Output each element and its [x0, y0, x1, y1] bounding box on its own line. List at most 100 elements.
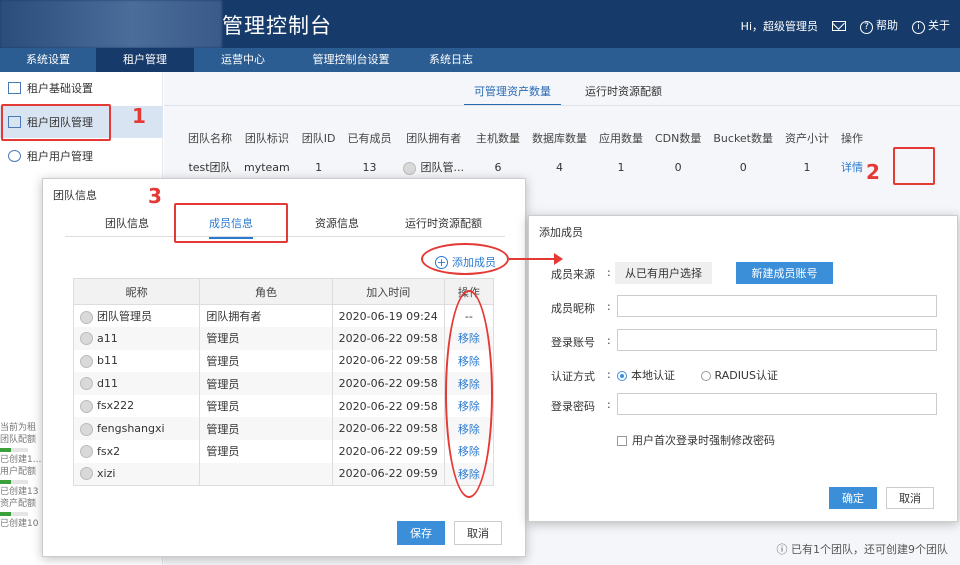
column-header: 操作 [841, 132, 863, 145]
tab-team-info[interactable]: 团队信息 [105, 215, 149, 231]
column-header: 数据库数量 [531, 132, 587, 145]
colon: : [607, 398, 611, 411]
member-name: b11 [72, 349, 201, 373]
column-header: 已有成员 [347, 132, 392, 145]
nav-console-settings[interactable]: 管理控制台设置 [292, 48, 410, 72]
create-member-account-button[interactable]: 新建成员账号 [736, 262, 833, 284]
select-existing-user-button[interactable]: 从已有用户选择 [615, 262, 712, 284]
member-name: d11 [72, 372, 201, 395]
team-quota-footnote: ⓘ 已有1个团队，还可创建9个团队 [776, 543, 949, 556]
member-role: 管理员 [199, 372, 333, 395]
divider [164, 105, 960, 106]
annotation-oval-add-member [421, 243, 509, 275]
avatar [80, 399, 93, 413]
column-header: CDN数量 [654, 132, 702, 145]
annotation-oval-actions [445, 290, 493, 498]
nav-tenant-management[interactable]: 租户管理 [96, 48, 194, 72]
help-link[interactable]: ? 帮助 [860, 17, 898, 34]
colon: : [607, 334, 611, 347]
avatar [80, 467, 93, 481]
auth-local-radio[interactable]: 本地认证 [617, 369, 675, 382]
source-label: 成员来源 [551, 268, 595, 281]
member-name-text: fsx222 [97, 399, 135, 413]
auth-options: 本地认证 RADIUS认证 [617, 367, 778, 383]
column-header: 加入时间 [331, 278, 445, 305]
quota-user-bar [0, 480, 28, 484]
tab-runtime-quota[interactable]: 运行时资源配额 [575, 78, 672, 106]
member-join-time: 2020-06-22 09:59 [331, 440, 445, 463]
auth-row: 认证方式 [551, 368, 606, 384]
bucket-count: 0 [739, 160, 747, 174]
asset-subtotal: 1 [803, 160, 811, 174]
table-row: xizi 2020-06-22 09:59 移除 [72, 462, 495, 486]
member-role: 管理员 [199, 440, 333, 463]
db-count: 4 [555, 160, 563, 174]
column-header: Bucket数量 [713, 132, 773, 145]
member-join-time: 2020-06-22 09:58 [331, 372, 445, 395]
table-row: b11 管理员 2020-06-22 09:58 移除 [72, 349, 495, 373]
column-header: 应用数量 [598, 132, 643, 145]
table-row: a11 管理员 2020-06-22 09:58 移除 [72, 327, 495, 350]
column-header: 团队ID [301, 132, 336, 145]
cancel-button[interactable]: 取消 [886, 487, 934, 509]
details-link[interactable]: 详情 [841, 161, 863, 174]
column-header: 团队拥有者 [406, 132, 462, 145]
account-row: 登录账号 [551, 334, 606, 350]
member-join-time: 2020-06-22 09:58 [331, 417, 445, 441]
nav-system-settings[interactable]: 系统设置 [0, 48, 96, 72]
cancel-button[interactable]: 取消 [454, 521, 502, 545]
save-button[interactable]: 保存 [397, 521, 445, 545]
avatar [80, 377, 93, 391]
table-header-row: 团队名称 团队标识 团队ID 已有成员 团队拥有者 主机数量 数据库数量 应用数… [182, 124, 869, 152]
sidebar-item-label: 租户基础设置 [27, 82, 93, 95]
source-row: 成员来源 [551, 266, 606, 282]
nickname-label: 成员昵称 [551, 302, 595, 315]
page-title: 管理控制台 [222, 14, 332, 38]
details-cell: 详情 [835, 152, 869, 182]
password-input[interactable] [617, 393, 937, 415]
account-input[interactable] [617, 329, 937, 351]
member-name-text: xizi [97, 466, 116, 480]
member-name-text: 团队管理员 [97, 310, 152, 324]
nav-operations[interactable]: 运营中心 [194, 48, 292, 72]
user-menu[interactable]: Hi，超级管理员 [741, 18, 818, 34]
add-member-dialog: 添加成员 成员来源 : 从已有用户选择 新建成员账号 成员昵称 : 登录账号 :… [528, 215, 958, 522]
mail-icon[interactable] [832, 20, 846, 31]
tab-resource-info[interactable]: 资源信息 [315, 215, 359, 231]
sidebar-item-user-management[interactable]: 租户用户管理 [0, 140, 163, 172]
force-change-label: 用户首次登录时强制修改密码 [632, 434, 775, 447]
member-role [199, 462, 333, 486]
member-name: xizi [72, 462, 201, 486]
nav-system-log[interactable]: 系统日志 [410, 48, 492, 72]
main-tabs: 可管理资产数量 运行时资源配额 [464, 78, 672, 106]
auth-radius-radio[interactable]: RADIUS认证 [700, 369, 778, 382]
member-role: 团队拥有者 [199, 304, 333, 328]
member-name-text: a11 [97, 331, 118, 345]
tab-asset-count[interactable]: 可管理资产数量 [464, 78, 561, 106]
colon: : [607, 300, 611, 313]
force-change-checkbox[interactable]: 用户首次登录时强制修改密码 [617, 432, 775, 448]
annotation-box-1 [1, 104, 111, 141]
confirm-button[interactable]: 确定 [829, 487, 877, 509]
building-icon [8, 82, 21, 94]
nickname-row: 成员昵称 [551, 300, 606, 316]
info-icon: i [912, 21, 925, 34]
annotation-box-2 [893, 147, 935, 185]
sidebar-item-basic-settings[interactable]: 租户基础设置 [0, 72, 163, 104]
member-name-text: fengshangxi [97, 422, 165, 436]
member-name: fsx2 [72, 440, 201, 463]
sidebar-item-label: 租户用户管理 [27, 150, 93, 163]
auth-local-label: 本地认证 [631, 369, 675, 382]
help-icon: ? [860, 21, 873, 34]
tab-runtime-quota[interactable]: 运行时资源配额 [405, 215, 482, 231]
table-row: fsx222 管理员 2020-06-22 09:58 移除 [72, 394, 495, 418]
app-header: 管理控制台 Hi，超级管理员 ? 帮助 i 关于 [0, 0, 960, 48]
about-link[interactable]: i 关于 [912, 17, 950, 34]
quota-asset-bar [0, 512, 28, 516]
nickname-input[interactable] [617, 295, 937, 317]
cdn-count: 0 [674, 160, 682, 174]
member-join-time: 2020-06-22 09:59 [331, 462, 445, 486]
annotation-arrow [509, 253, 563, 265]
member-name: a11 [72, 327, 201, 350]
team-table: 团队名称 团队标识 团队ID 已有成员 团队拥有者 主机数量 数据库数量 应用数… [182, 124, 869, 182]
